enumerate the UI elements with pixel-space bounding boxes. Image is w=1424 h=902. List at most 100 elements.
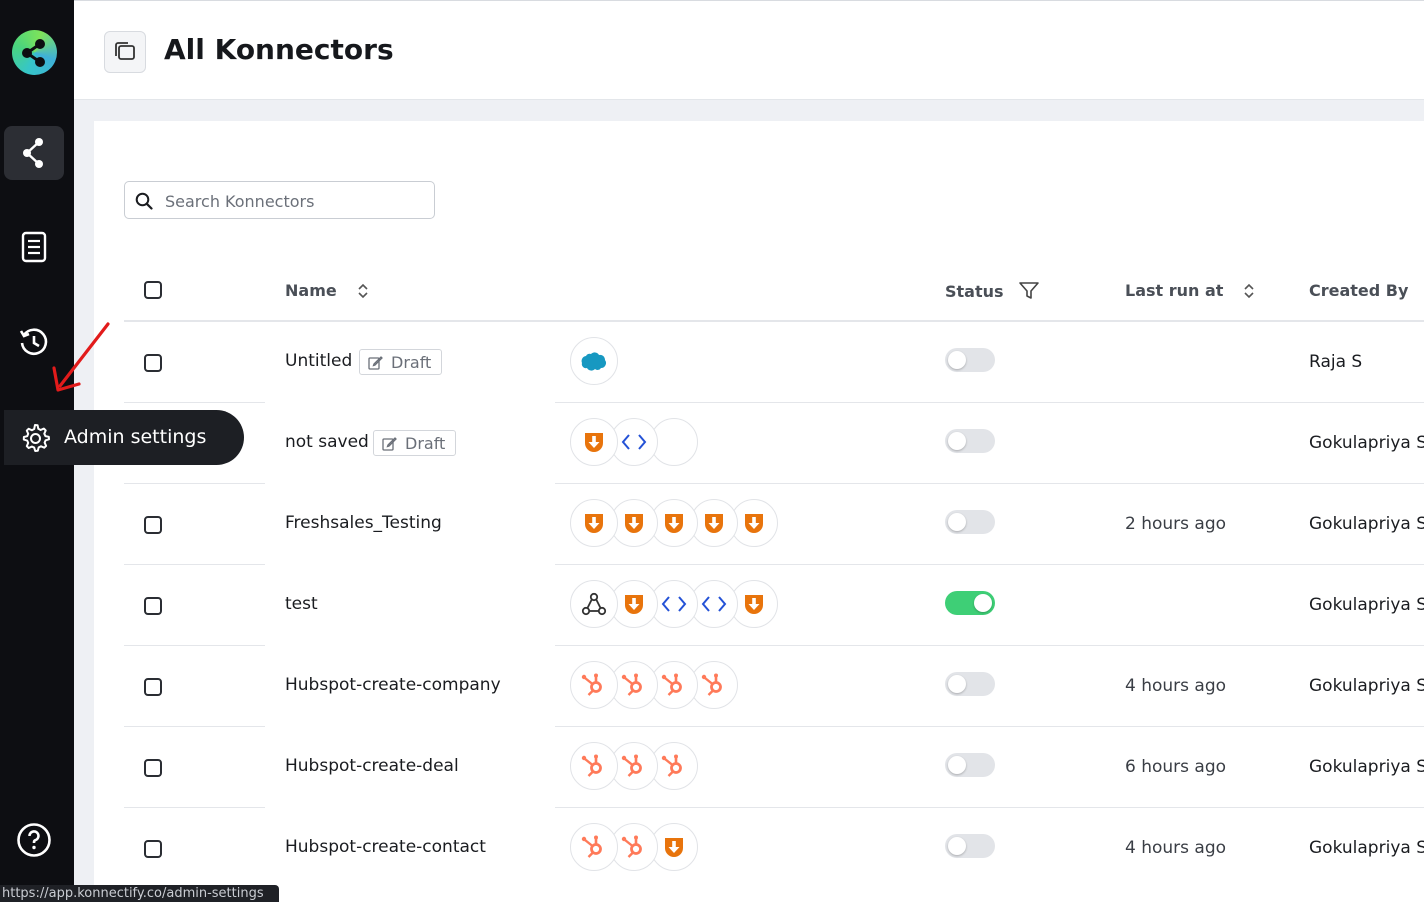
admin-settings-label: Admin settings [64, 426, 207, 448]
sidebar-item-logs[interactable] [4, 220, 64, 274]
code-icon [621, 434, 647, 450]
konnectors-folder-button[interactable] [104, 31, 146, 73]
created-by: Raja S [1309, 352, 1363, 372]
help-button[interactable] [16, 822, 52, 862]
app-badge-webhook [570, 580, 618, 628]
table-row[interactable]: Freshsales_Testing 2 hours ago Gokulapriy… [94, 484, 1424, 565]
select-all-checkbox[interactable] [144, 281, 162, 299]
freshsales-icon [665, 838, 683, 857]
toggle-knob [948, 351, 966, 369]
last-run-time: 4 hours ago [1125, 676, 1227, 696]
hubspot-icon [581, 835, 602, 858]
freshsales-icon [625, 595, 643, 614]
created-by: Gokulapriya S [1309, 757, 1424, 777]
draft-badge: Draft [359, 349, 443, 375]
table-row[interactable]: Hubspot-create-deal 6 hours ago Gokulapri… [94, 727, 1424, 808]
hubspot-icon [661, 673, 682, 696]
column-name-label: Name [285, 281, 337, 300]
status-toggle[interactable] [945, 834, 995, 858]
toggle-knob [948, 837, 966, 855]
app-badge-hubspot [570, 661, 618, 709]
row-checkbox[interactable] [144, 516, 162, 534]
row-checkbox[interactable] [144, 354, 162, 372]
column-header-status[interactable]: Status [945, 281, 1040, 301]
hubspot-icon [581, 673, 602, 696]
toggle-knob [948, 513, 966, 531]
last-run-time: 2 hours ago [1125, 514, 1227, 534]
draft-label: Draft [405, 433, 446, 453]
status-toggle[interactable] [945, 348, 995, 372]
row-checkbox[interactable] [144, 840, 162, 858]
webhook-icon [581, 592, 607, 616]
created-by: Gokulapriya S [1309, 514, 1424, 534]
status-toggle[interactable] [945, 591, 995, 615]
table-row[interactable]: test Gokulapriya S [94, 565, 1424, 646]
toggle-knob [948, 756, 966, 774]
app-badge-freshsales [570, 418, 618, 466]
konnector-name[interactable]: Hubspot-create-deal [285, 756, 459, 776]
sort-icon[interactable] [1239, 283, 1259, 299]
konnector-name[interactable]: Hubspot-create-company [285, 675, 501, 695]
status-toggle[interactable] [945, 672, 995, 696]
table-row[interactable]: not saved Draft Gokulapriya S [94, 403, 1424, 484]
konnector-name[interactable]: Freshsales_Testing [285, 513, 442, 533]
column-header-name[interactable]: Name [285, 281, 373, 300]
column-last-run-label: Last run at [1125, 281, 1224, 300]
freshsales-icon [585, 514, 603, 533]
search-box[interactable] [124, 181, 435, 219]
search-input[interactable] [163, 188, 427, 214]
toggle-knob [948, 675, 966, 693]
freshsales-icon [745, 595, 763, 614]
edit-icon [368, 355, 383, 370]
row-checkbox[interactable] [144, 759, 162, 777]
draft-badge: Draft [373, 430, 457, 456]
hubspot-icon [621, 835, 642, 858]
top-bar: All Konnectors [74, 0, 1424, 100]
status-toggle[interactable] [945, 753, 995, 777]
status-toggle[interactable] [945, 510, 995, 534]
sort-icon[interactable] [353, 283, 373, 299]
last-run-time: 4 hours ago [1125, 838, 1227, 858]
table-row[interactable]: Hubspot-create-company 4 hours ago Gokul… [94, 646, 1424, 727]
konnector-name[interactable]: Untitled [285, 351, 352, 371]
column-status-label: Status [945, 281, 1004, 301]
app-badge-hubspot [570, 742, 618, 790]
column-header-last-run[interactable]: Last run at [1125, 281, 1259, 300]
table-row[interactable]: Hubspot-create-contact 4 hours ago Gokula… [94, 808, 1424, 889]
annotation-arrow [52, 322, 110, 392]
app-badge-hubspot [570, 823, 618, 871]
filter-icon[interactable] [1018, 281, 1040, 301]
freshsales-icon [625, 514, 643, 533]
konnector-name[interactable]: not saved [285, 432, 369, 452]
created-by: Gokulapriya S [1309, 433, 1424, 453]
admin-settings-tooltip[interactable]: Admin settings [4, 410, 244, 465]
konnectify-logo[interactable] [12, 30, 57, 75]
search-icon [135, 192, 153, 210]
hubspot-icon [661, 754, 682, 777]
last-run-time: 6 hours ago [1125, 757, 1227, 777]
share-nodes-icon [23, 138, 43, 168]
page-title: All Konnectors [164, 33, 394, 66]
link-status-bar: https://app.konnectify.co/admin-settings [0, 885, 279, 902]
freshsales-icon [705, 514, 723, 533]
status-toggle[interactable] [945, 429, 995, 453]
toggle-knob [974, 594, 992, 612]
hubspot-icon [621, 673, 642, 696]
column-header-created-by: Created By [1309, 281, 1408, 300]
row-checkbox[interactable] [144, 597, 162, 615]
created-by: Gokulapriya S [1309, 838, 1424, 858]
created-by: Gokulapriya S [1309, 595, 1424, 615]
help-circle-icon [17, 823, 51, 857]
sidebar-item-konnectors[interactable] [4, 126, 64, 180]
freshsales-icon [745, 514, 763, 533]
code-icon [661, 596, 687, 612]
gear-icon [22, 424, 50, 452]
edit-icon [382, 436, 397, 451]
konnector-name[interactable]: Hubspot-create-contact [285, 837, 486, 857]
code-icon [701, 596, 727, 612]
row-checkbox[interactable] [144, 678, 162, 696]
konnector-name[interactable]: test [285, 594, 318, 614]
document-list-icon [21, 231, 47, 263]
table-row[interactable]: Untitled Draft Raja S [94, 322, 1424, 403]
app-badge-salesforce [570, 337, 618, 385]
